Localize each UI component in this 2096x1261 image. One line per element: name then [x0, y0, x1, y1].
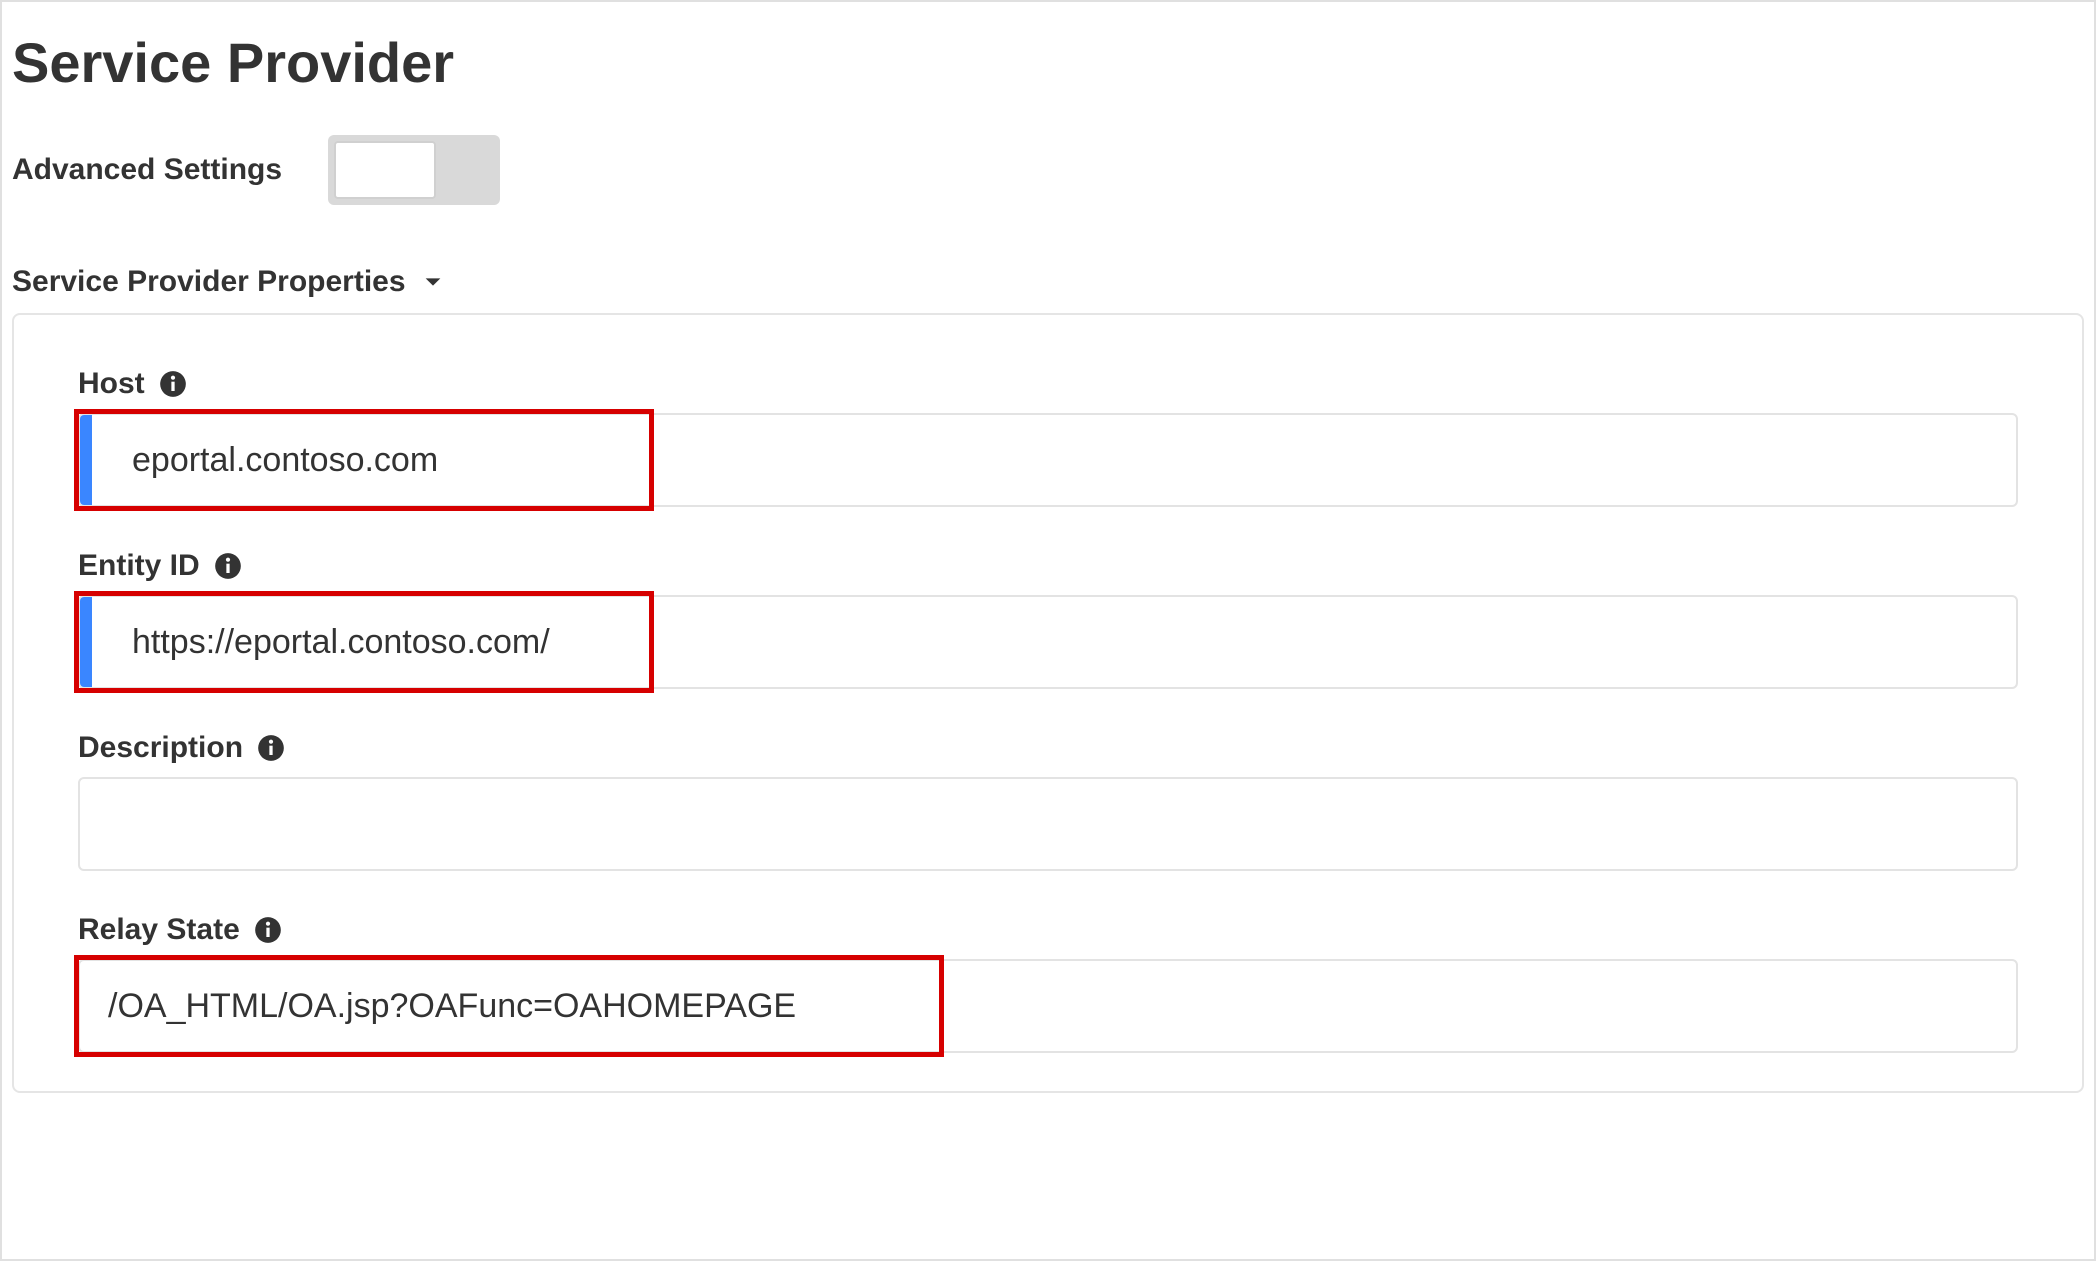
info-icon[interactable]	[254, 916, 282, 944]
advanced-settings-toggle[interactable]	[328, 135, 500, 205]
description-label: Description	[78, 731, 243, 765]
input-accent-bar	[80, 415, 92, 505]
entity-id-label: Entity ID	[78, 549, 200, 583]
input-accent-bar	[80, 597, 92, 687]
relay-state-label: Relay State	[78, 913, 240, 947]
entity-id-input-wrap	[78, 595, 2018, 689]
host-input[interactable]	[78, 413, 2018, 507]
field-description: Description	[78, 731, 2018, 871]
advanced-settings-label: Advanced Settings	[12, 153, 282, 187]
description-input-wrap	[78, 777, 2018, 871]
description-input[interactable]	[78, 777, 2018, 871]
properties-panel: Host Entity ID	[12, 313, 2084, 1093]
entity-id-input[interactable]	[78, 595, 2018, 689]
page-title: Service Provider	[12, 30, 2084, 95]
field-entity-id: Entity ID	[78, 549, 2018, 689]
toggle-knob	[334, 141, 436, 199]
host-input-wrap	[78, 413, 2018, 507]
advanced-settings-row: Advanced Settings	[12, 135, 2084, 205]
host-label: Host	[78, 367, 145, 401]
field-relay-state: Relay State	[78, 913, 2018, 1053]
chevron-down-icon	[422, 271, 444, 293]
section-header-service-provider-properties[interactable]: Service Provider Properties	[12, 265, 2084, 299]
section-title: Service Provider Properties	[12, 265, 406, 299]
relay-state-input-wrap	[78, 959, 2018, 1053]
info-icon[interactable]	[214, 552, 242, 580]
field-host: Host	[78, 367, 2018, 507]
relay-state-input[interactable]	[78, 959, 2018, 1053]
service-provider-page: Service Provider Advanced Settings Servi…	[0, 0, 2096, 1261]
info-icon[interactable]	[159, 370, 187, 398]
info-icon[interactable]	[257, 734, 285, 762]
